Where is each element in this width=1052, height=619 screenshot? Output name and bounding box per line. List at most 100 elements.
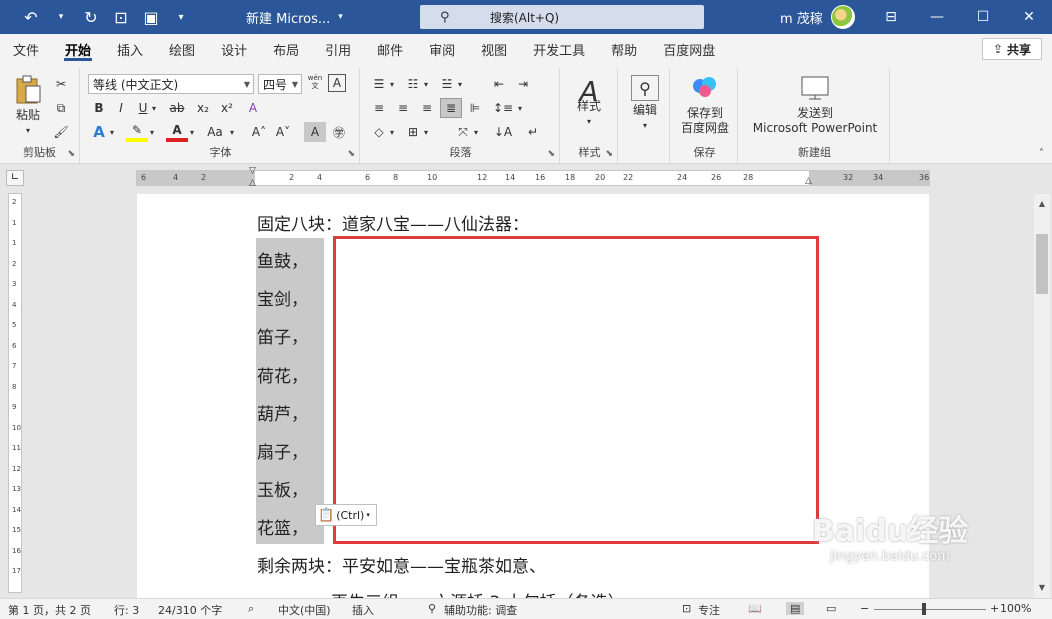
- document-page[interactable]: 固定八块：道家八宝——八仙法器： 鱼鼓， 宝剑， 笛子， 荷花， 葫芦， 扇子，…: [137, 194, 929, 613]
- doc-line-title[interactable]: 固定八块：道家八宝——八仙法器：: [257, 210, 529, 235]
- print-layout-icon[interactable]: ▤: [786, 602, 805, 615]
- save-to-baidu-button[interactable]: 保存到 百度网盘: [674, 72, 736, 136]
- hanging-indent-marker[interactable]: △: [249, 178, 259, 188]
- decrease-indent-icon[interactable]: ⇤: [488, 74, 510, 94]
- status-insert-mode[interactable]: 插入: [352, 602, 374, 618]
- status-zoom[interactable]: 100%: [1000, 602, 1031, 615]
- doc-line-remaining[interactable]: 剩余两块：平安如意——宝瓶茶如意、: [257, 552, 546, 577]
- vertical-ruler[interactable]: 2 1 1 2 3 4 5 6 7 8 9 10 11 12 13 14 15 16 17: [8, 193, 22, 593]
- line-spacing-icon[interactable]: ↕≡: [492, 98, 514, 118]
- tab-baidu-netdisk[interactable]: 百度网盘: [650, 34, 728, 64]
- show-marks-icon[interactable]: ↵: [522, 122, 544, 142]
- change-case-options-icon[interactable]: ▾: [226, 122, 238, 142]
- collapse-ribbon-icon[interactable]: ˄: [1039, 148, 1044, 159]
- enclose-characters-icon[interactable]: ㊫: [328, 122, 350, 142]
- minimize-icon[interactable]: —: [914, 0, 960, 34]
- tab-home[interactable]: 开始: [52, 34, 104, 64]
- user-account[interactable]: m 茂稼: [780, 0, 855, 34]
- send-to-powerpoint-button[interactable]: 发送到 Microsoft PowerPoint: [744, 72, 886, 136]
- tab-selector[interactable]: ∟: [6, 170, 24, 186]
- format-painter-icon[interactable]: 🖌: [50, 122, 72, 142]
- paste-button[interactable]: 粘贴 ▾: [8, 74, 48, 138]
- chinese-layout-options-icon[interactable]: ▾: [470, 122, 482, 142]
- redo-icon[interactable]: ▾: [48, 4, 74, 30]
- tab-help[interactable]: 帮助: [598, 34, 650, 64]
- search-input[interactable]: ⚲ 搜索(Alt+Q): [420, 5, 704, 29]
- align-right-icon[interactable]: ≡: [416, 98, 438, 118]
- doc-list-item[interactable]: 宝剑，: [257, 285, 308, 310]
- proofing-icon[interactable]: ⌕: [248, 602, 254, 616]
- status-language[interactable]: 中文(中国): [278, 602, 331, 618]
- doc-list-item[interactable]: 鱼鼓，: [257, 247, 308, 272]
- scroll-thumb[interactable]: [1036, 234, 1048, 294]
- read-mode-icon[interactable]: 📖: [748, 602, 762, 615]
- tab-layout[interactable]: 布局: [260, 34, 312, 64]
- zoom-slider-thumb[interactable]: [922, 603, 926, 615]
- web-layout-icon[interactable]: ▭: [826, 602, 836, 615]
- dialog-launcher-icon[interactable]: ⬊: [67, 149, 75, 159]
- multilevel-list-options-icon[interactable]: ▾: [454, 74, 466, 94]
- status-page[interactable]: 第 1 页，共 2 页: [8, 602, 91, 618]
- text-effects-options-icon[interactable]: ▾: [106, 122, 118, 142]
- zoom-in-icon[interactable]: +: [990, 602, 999, 615]
- tab-references[interactable]: 引用: [312, 34, 364, 64]
- line-spacing-options-icon[interactable]: ▾: [514, 98, 526, 118]
- status-focus[interactable]: 专注: [698, 602, 720, 618]
- italic-icon[interactable]: I: [110, 98, 132, 118]
- align-left-icon[interactable]: ≡: [368, 98, 390, 118]
- align-center-icon[interactable]: ≡: [392, 98, 414, 118]
- grow-font-icon[interactable]: A˄: [248, 122, 270, 142]
- styles-button[interactable]: A 样式 ▾: [566, 74, 612, 138]
- underline-options-icon[interactable]: ▾: [148, 98, 160, 118]
- sort-icon[interactable]: ↓A: [492, 122, 514, 142]
- doc-list-item[interactable]: 葫芦，: [257, 400, 308, 425]
- highlight-options-icon[interactable]: ▾: [146, 122, 158, 142]
- copy-icon[interactable]: ⧉: [50, 98, 72, 118]
- horizontal-ruler[interactable]: 6 4 2 2 4 6 8 10 12 14 16 18 20 22 24 26 28 32 34 36 ▽ △ △: [136, 166, 930, 188]
- status-word-count[interactable]: 24/310 个字: [158, 602, 222, 618]
- increase-indent-icon[interactable]: ⇥: [512, 74, 534, 94]
- borders-options-icon[interactable]: ▾: [420, 122, 432, 142]
- first-line-indent-marker[interactable]: ▽: [249, 166, 259, 176]
- editing-button[interactable]: ⚲ 编辑 ▾: [624, 72, 666, 136]
- distributed-icon[interactable]: ⊫: [464, 98, 486, 118]
- numbering-options-icon[interactable]: ▾: [420, 74, 432, 94]
- doc-list-item[interactable]: 笛子，: [257, 323, 308, 348]
- undo-icon[interactable]: ↶: [18, 4, 44, 30]
- phonetic-guide-icon[interactable]: wén 文: [304, 72, 326, 92]
- doc-list-item[interactable]: 荷花，: [257, 362, 308, 387]
- subscript-icon[interactable]: x₂: [192, 98, 214, 118]
- cut-icon[interactable]: ✂: [50, 74, 72, 94]
- tab-mailings[interactable]: 邮件: [364, 34, 416, 64]
- focus-icon[interactable]: ⊡: [682, 602, 691, 615]
- change-case-icon[interactable]: Aa: [204, 122, 226, 142]
- qat-more-icon[interactable]: ▾: [168, 4, 194, 30]
- doc-list-item[interactable]: 玉板，: [257, 476, 308, 501]
- doc-list-item[interactable]: 扇子，: [257, 438, 308, 463]
- paste-options-button[interactable]: 📋 (Ctrl) ▾: [315, 504, 377, 526]
- share-button[interactable]: ⇪ 共享: [982, 38, 1042, 60]
- repeat-icon[interactable]: ↻: [78, 4, 104, 30]
- avatar[interactable]: [830, 5, 855, 29]
- zoom-out-icon[interactable]: −: [860, 602, 869, 615]
- font-color-options-icon[interactable]: ▾: [186, 122, 198, 142]
- scroll-up-icon[interactable]: ▲: [1034, 196, 1050, 212]
- tab-review[interactable]: 审阅: [416, 34, 468, 64]
- tab-view[interactable]: 视图: [468, 34, 520, 64]
- strikethrough-icon[interactable]: ab: [166, 98, 188, 118]
- accessibility-icon[interactable]: ⚲: [428, 602, 436, 615]
- vertical-scrollbar[interactable]: ▲ ▼: [1034, 194, 1050, 598]
- right-indent-marker[interactable]: △: [805, 176, 815, 186]
- justify-icon[interactable]: ≣: [440, 98, 462, 118]
- status-line[interactable]: 行: 3: [114, 602, 139, 618]
- tab-insert[interactable]: 插入: [104, 34, 156, 64]
- customize-icon[interactable]: ⊡: [108, 4, 134, 30]
- zoom-slider-track[interactable]: [874, 609, 986, 610]
- tab-draw[interactable]: 绘图: [156, 34, 208, 64]
- tab-design[interactable]: 设计: [208, 34, 260, 64]
- close-icon[interactable]: ✕: [1006, 0, 1052, 34]
- clear-formatting-icon[interactable]: A: [242, 98, 264, 118]
- font-family-select[interactable]: 等线 (中文正文) ▼: [88, 74, 254, 94]
- highlight-icon[interactable]: ✎: [126, 122, 148, 142]
- shading-options-icon[interactable]: ▾: [386, 122, 398, 142]
